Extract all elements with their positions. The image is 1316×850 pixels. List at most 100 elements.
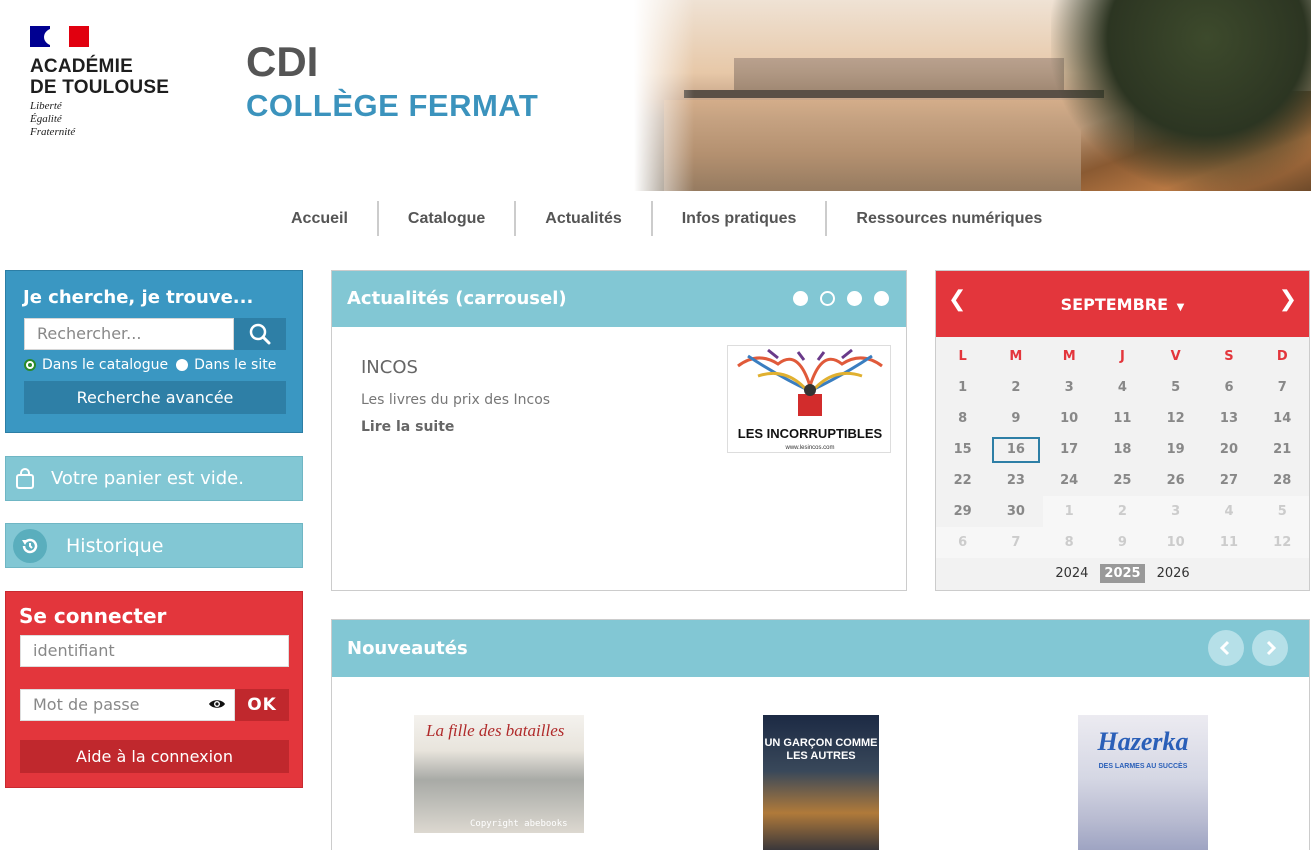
book-cover-2[interactable]: UN GARÇON COMME LES AUTRES	[763, 715, 879, 850]
calendar-day-other-month[interactable]: 8	[1042, 527, 1096, 558]
motto-egalite: Égalité	[30, 113, 62, 125]
calendar-day[interactable]: 15	[936, 434, 989, 465]
search-button[interactable]	[234, 318, 286, 350]
calendar-day-other-month[interactable]: 6	[936, 527, 990, 558]
book-cover-3[interactable]: Hazerka DES LARMES AU SUCCÈS	[1078, 715, 1208, 850]
book-1-title: La fille des batailles	[426, 721, 565, 740]
radio-site[interactable]	[176, 359, 189, 371]
show-password-icon[interactable]	[208, 697, 226, 711]
calendar-day-other-month[interactable]: 5	[1255, 496, 1309, 527]
search-panel: Je cherche, je trouve... Rechercher... D…	[5, 270, 303, 433]
history-button[interactable]: Historique	[5, 523, 303, 568]
news-item-title[interactable]: INCOS	[361, 357, 418, 378]
year-2026[interactable]: 2026	[1153, 564, 1194, 583]
calendar-day-other-month[interactable]: 7	[989, 527, 1043, 558]
calendar-day[interactable]: 23	[989, 465, 1042, 496]
calendar-day-other-month[interactable]: 3	[1149, 496, 1203, 527]
calendar-day-other-month[interactable]: 2	[1095, 496, 1150, 527]
book-cover-1[interactable]: La fille des batailles Copyright abebook…	[414, 715, 584, 833]
search-scope: Dans le catalogue Dans le site	[24, 357, 284, 373]
calendar-day[interactable]: 21	[1256, 434, 1309, 465]
calendar-day[interactable]: 11	[1096, 403, 1149, 434]
new-arrivals-next-button[interactable]	[1252, 630, 1288, 666]
calendar-day[interactable]: 29	[936, 496, 989, 527]
new-arrivals-title: Nouveautés	[347, 638, 468, 659]
login-ok-button[interactable]: OK	[235, 689, 289, 721]
calendar-day-today[interactable]: 16	[989, 434, 1042, 465]
calendar-day[interactable]: 7	[1256, 372, 1309, 403]
calendar-day[interactable]: 6	[1202, 372, 1255, 403]
radio-catalogue-label[interactable]: Dans le catalogue	[42, 357, 168, 373]
calendar-day[interactable]: 30	[989, 496, 1042, 527]
calendar-day[interactable]: 26	[1149, 465, 1202, 496]
calendar-day[interactable]: 24	[1043, 465, 1096, 496]
calendar-month-select[interactable]: SEPTEMBRE ▼	[936, 295, 1309, 314]
calendar-day-other-month[interactable]: 10	[1149, 527, 1203, 558]
carousel-dot-1[interactable]	[793, 291, 808, 306]
search-input[interactable]: Rechercher...	[24, 318, 234, 350]
calendar-day[interactable]: 8	[936, 403, 989, 434]
username-input[interactable]: identifiant	[20, 635, 289, 667]
calendar-years: 2024 2025 2026	[936, 564, 1309, 583]
calendar-day[interactable]: 12	[1149, 403, 1202, 434]
calendar-day-other-month[interactable]: 9	[1095, 527, 1150, 558]
basket-button[interactable]: Votre panier est vide.	[5, 456, 303, 501]
new-arrivals-prev-button[interactable]	[1208, 630, 1244, 666]
calendar-day[interactable]: 5	[1149, 372, 1202, 403]
calendar-day-other-month[interactable]: 1	[1042, 496, 1096, 527]
calendar-day[interactable]: 9	[989, 403, 1042, 434]
year-2024[interactable]: 2024	[1051, 564, 1092, 583]
calendar-day[interactable]: 3	[1043, 372, 1096, 403]
year-2025-selected[interactable]: 2025	[1100, 564, 1145, 583]
carousel-dot-2[interactable]	[820, 291, 835, 306]
nav-accueil[interactable]: Accueil	[262, 201, 379, 236]
login-title: Se connecter	[19, 604, 167, 628]
calendar-day[interactable]: 27	[1202, 465, 1255, 496]
calendar-day[interactable]: 4	[1096, 372, 1149, 403]
calendar-day-other-month[interactable]: 4	[1202, 496, 1256, 527]
dow-dimanche: D	[1276, 349, 1288, 364]
calendar-day[interactable]: 28	[1256, 465, 1309, 496]
history-label: Historique	[66, 534, 164, 557]
carousel-dots	[781, 291, 889, 306]
calendar-day-other-month[interactable]: 12	[1255, 527, 1309, 558]
calendar-day[interactable]: 17	[1043, 434, 1096, 465]
new-arrivals: Nouveautés La fille des batailles Copyri…	[331, 619, 1310, 850]
carousel-dot-4[interactable]	[874, 291, 889, 306]
basket-icon	[16, 467, 34, 489]
nav-catalogue[interactable]: Catalogue	[379, 201, 517, 236]
radio-site-label[interactable]: Dans le site	[194, 357, 276, 373]
nav-infos-pratiques[interactable]: Infos pratiques	[653, 201, 828, 236]
marianne-flag-icon	[30, 26, 89, 47]
calendar-today-label: 16	[991, 437, 1040, 463]
calendar-day-other-month[interactable]: 11	[1202, 527, 1256, 558]
site-title-college: COLLÈGE FERMAT	[246, 88, 539, 123]
login-help-button[interactable]: Aide à la connexion	[20, 740, 289, 773]
nav-ressources-numeriques[interactable]: Ressources numériques	[827, 201, 1071, 236]
nav-actualites[interactable]: Actualités	[516, 201, 653, 236]
carousel-dot-3[interactable]	[847, 291, 862, 306]
radio-catalogue[interactable]	[24, 359, 36, 371]
incos-image[interactable]: LES INCORRUPTIBLES www.lesincos.com	[727, 345, 891, 453]
search-title: Je cherche, je trouve...	[23, 287, 254, 308]
password-input[interactable]: Mot de passe	[20, 689, 235, 721]
calendar-day[interactable]: 25	[1096, 465, 1149, 496]
calendar-day[interactable]: 22	[936, 465, 989, 496]
calendar-day[interactable]: 19	[1149, 434, 1202, 465]
calendar-header: ❮ SEPTEMBRE ▼ ❯	[936, 271, 1309, 337]
calendar-day[interactable]: 13	[1202, 403, 1255, 434]
book-3-title: Hazerka	[1097, 727, 1189, 756]
calendar-day[interactable]: 18	[1096, 434, 1149, 465]
calendar-next-icon[interactable]: ❯	[1279, 287, 1297, 312]
site-title[interactable]: CDI COLLÈGE FERMAT	[246, 38, 538, 126]
advanced-search-button[interactable]: Recherche avancée	[24, 381, 286, 414]
calendar-day[interactable]: 1	[936, 372, 989, 403]
news-read-more-link[interactable]: Lire la suite	[361, 419, 454, 435]
calendar-day[interactable]: 14	[1256, 403, 1309, 434]
calendar-day[interactable]: 2	[989, 372, 1042, 403]
calendar-day[interactable]: 10	[1043, 403, 1096, 434]
calendar-week: 8 9 10 11 12 13 14	[936, 403, 1309, 434]
calendar-day[interactable]: 20	[1202, 434, 1255, 465]
calendar-month-label: SEPTEMBRE	[1060, 295, 1169, 314]
academy-logo[interactable]: ACADÉMIE DE TOULOUSE Liberté Égalité Fra…	[30, 26, 190, 139]
